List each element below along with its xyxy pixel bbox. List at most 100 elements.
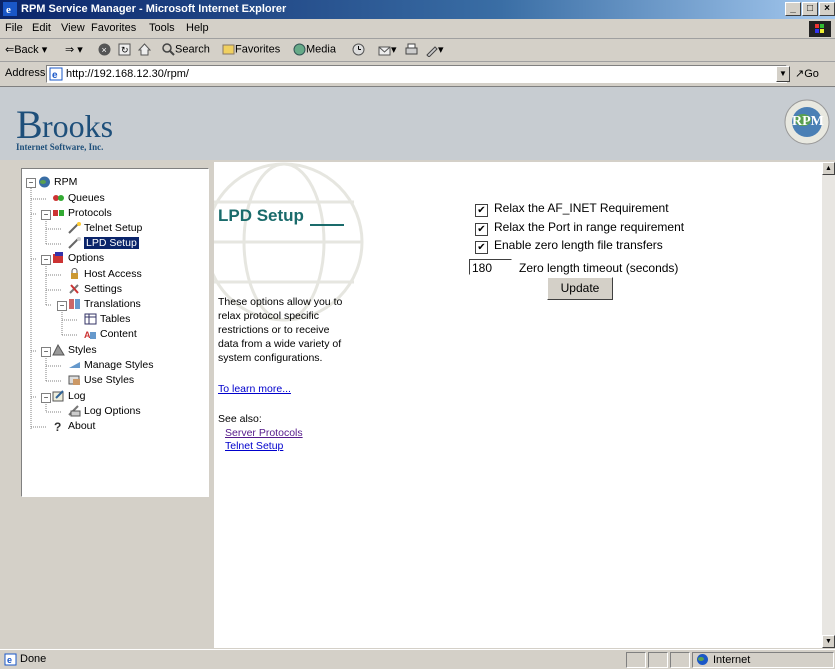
go-arrow-icon: ↗ — [795, 68, 805, 80]
menu-edit[interactable]: Edit — [32, 22, 51, 34]
media-button[interactable]: Media — [293, 43, 336, 56]
brooks-logo: B rooks Internet Software, Inc. — [14, 100, 134, 156]
telnet-setup-link[interactable]: Telnet Setup — [225, 440, 283, 452]
tree-item-lpd-setup[interactable]: LPD Setup — [68, 236, 139, 251]
menu-view[interactable]: View — [61, 22, 85, 34]
status-bar: e Done Internet — [0, 649, 835, 669]
tree-item-log-options[interactable]: Log Options — [68, 404, 141, 419]
tree-item-host-access[interactable]: Host Access — [68, 267, 142, 282]
favorites-icon — [222, 44, 235, 55]
favorites-button[interactable]: Favorites — [222, 43, 280, 56]
queues-icon — [53, 195, 64, 202]
relax-af-inet-checkbox[interactable]: ✔ — [475, 204, 488, 217]
svg-text:e: e — [6, 4, 11, 16]
learn-more-link[interactable]: To learn more... — [218, 383, 291, 395]
address-label: Address — [5, 67, 46, 79]
print-icon[interactable] — [405, 43, 418, 56]
tree-label-queues: Queues — [68, 192, 105, 204]
host-access-icon — [71, 268, 78, 280]
scroll-up-icon[interactable]: ▲ — [822, 162, 835, 175]
address-input[interactable]: e http://192.168.12.30/rpm/ — [46, 65, 787, 83]
status-pane-1 — [626, 652, 646, 668]
history-icon[interactable] — [352, 43, 365, 56]
svg-text:e: e — [52, 70, 58, 81]
tree-label-use-styles: Use Styles — [84, 374, 135, 386]
tree-item-use-styles[interactable]: Use Styles — [68, 373, 134, 388]
tree-item-tables[interactable]: Tables — [84, 312, 130, 327]
menu-tools[interactable]: Tools — [149, 22, 175, 34]
close-button[interactable]: × — [819, 2, 835, 16]
navigation-tree: − − − − − − RPM Queues Protocols Telnet … — [21, 168, 209, 497]
tree-item-log[interactable]: Log — [52, 389, 86, 404]
zero-length-timeout-input[interactable]: 180 — [469, 259, 512, 275]
tree-item-options[interactable]: Options — [52, 251, 104, 266]
zero-length-checkbox[interactable]: ✔ — [475, 241, 488, 254]
tree-item-styles[interactable]: Styles — [52, 343, 97, 358]
tree-item-protocols[interactable]: Protocols — [52, 206, 112, 221]
tree-item-rpm[interactable]: RPM — [38, 175, 77, 190]
forward-button[interactable]: ⇒ ▾ — [65, 43, 83, 56]
server-protocols-link[interactable]: Server Protocols — [225, 427, 303, 439]
about-icon: ? — [54, 420, 61, 432]
minimize-button[interactable]: _ — [785, 2, 801, 16]
address-bar: Address e http://192.168.12.30/rpm/ ▼ ↗G… — [0, 62, 835, 87]
translations-collapse-toggle[interactable]: − — [57, 301, 67, 311]
svg-text:×: × — [102, 45, 107, 55]
scroll-down-icon[interactable]: ▼ — [822, 635, 835, 648]
tree-item-telnet-setup[interactable]: Telnet Setup — [68, 221, 142, 236]
address-dropdown-icon[interactable]: ▼ — [776, 66, 790, 82]
relax-port-range-checkbox[interactable]: ✔ — [475, 223, 488, 236]
zero-length-row: ✔ Enable zero length file transfers — [475, 238, 663, 254]
security-zone-pane: Internet — [692, 652, 834, 668]
go-label: Go — [804, 68, 819, 80]
tree-label-translations: Translations — [84, 298, 141, 310]
tree-label-lpd-setup: LPD Setup — [84, 237, 139, 249]
ie-icon: e — [3, 2, 17, 16]
menu-file[interactable]: File — [5, 22, 23, 34]
tree-item-settings[interactable]: Settings — [68, 282, 122, 297]
tree-item-about[interactable]: ? About — [52, 419, 95, 434]
zero-length-label: Enable zero length file transfers — [494, 238, 663, 252]
edit-icon[interactable]: ▾ — [425, 43, 444, 57]
tree-item-manage-styles[interactable]: Manage Styles — [68, 358, 153, 373]
options-collapse-toggle[interactable]: − — [41, 255, 51, 265]
maximize-button[interactable]: □ — [802, 2, 818, 16]
search-icon — [162, 43, 175, 56]
tree-label-rpm: RPM — [54, 176, 78, 188]
home-icon[interactable] — [138, 43, 151, 56]
refresh-icon[interactable]: ↻ — [118, 43, 131, 56]
rpm-icon — [39, 176, 50, 188]
log-collapse-toggle[interactable]: − — [41, 393, 51, 403]
svg-text:e: e — [7, 655, 12, 665]
standard-toolbar: ⇐Back ▾ ⇒ ▾ × ↻ Search Favorites Media ▾… — [0, 39, 835, 62]
update-button[interactable]: Update — [547, 277, 613, 300]
back-label: Back — [14, 44, 39, 56]
internet-zone-icon — [697, 654, 708, 665]
svg-text:A: A — [84, 330, 91, 340]
go-button[interactable]: ↗Go — [795, 67, 819, 80]
stop-icon[interactable]: × — [98, 43, 111, 56]
content-scrollbar[interactable]: ▲ ▼ — [822, 162, 835, 648]
translations-icon — [69, 299, 80, 310]
menu-favorites[interactable]: Favorites — [91, 22, 136, 34]
mail-icon[interactable]: ▾ — [378, 43, 397, 57]
styles-collapse-toggle[interactable]: − — [41, 347, 51, 357]
protocols-collapse-toggle[interactable]: − — [41, 210, 51, 220]
tree-item-queues[interactable]: Queues — [52, 191, 105, 206]
back-button[interactable]: ⇐Back ▾ — [5, 43, 47, 56]
manage-styles-icon — [69, 362, 80, 369]
svg-text:?: ? — [54, 420, 61, 432]
tree-label-settings: Settings — [84, 283, 122, 295]
tree-item-content[interactable]: A Content — [84, 327, 137, 342]
security-zone-label: Internet — [713, 654, 751, 666]
menu-help[interactable]: Help — [186, 22, 209, 34]
page-description: These options allow you to relax protoco… — [218, 296, 343, 364]
search-button[interactable]: Search — [162, 43, 210, 56]
tree-item-translations[interactable]: Translations — [68, 297, 141, 312]
relax-port-range-label: Relax the Port in range requirement — [494, 220, 685, 234]
lpd-icon — [68, 237, 81, 249]
rpm-collapse-toggle[interactable]: − — [26, 178, 36, 188]
options-icon — [53, 252, 63, 264]
telnet-icon — [68, 222, 81, 234]
rpm-logo-text: RPM — [792, 114, 824, 129]
